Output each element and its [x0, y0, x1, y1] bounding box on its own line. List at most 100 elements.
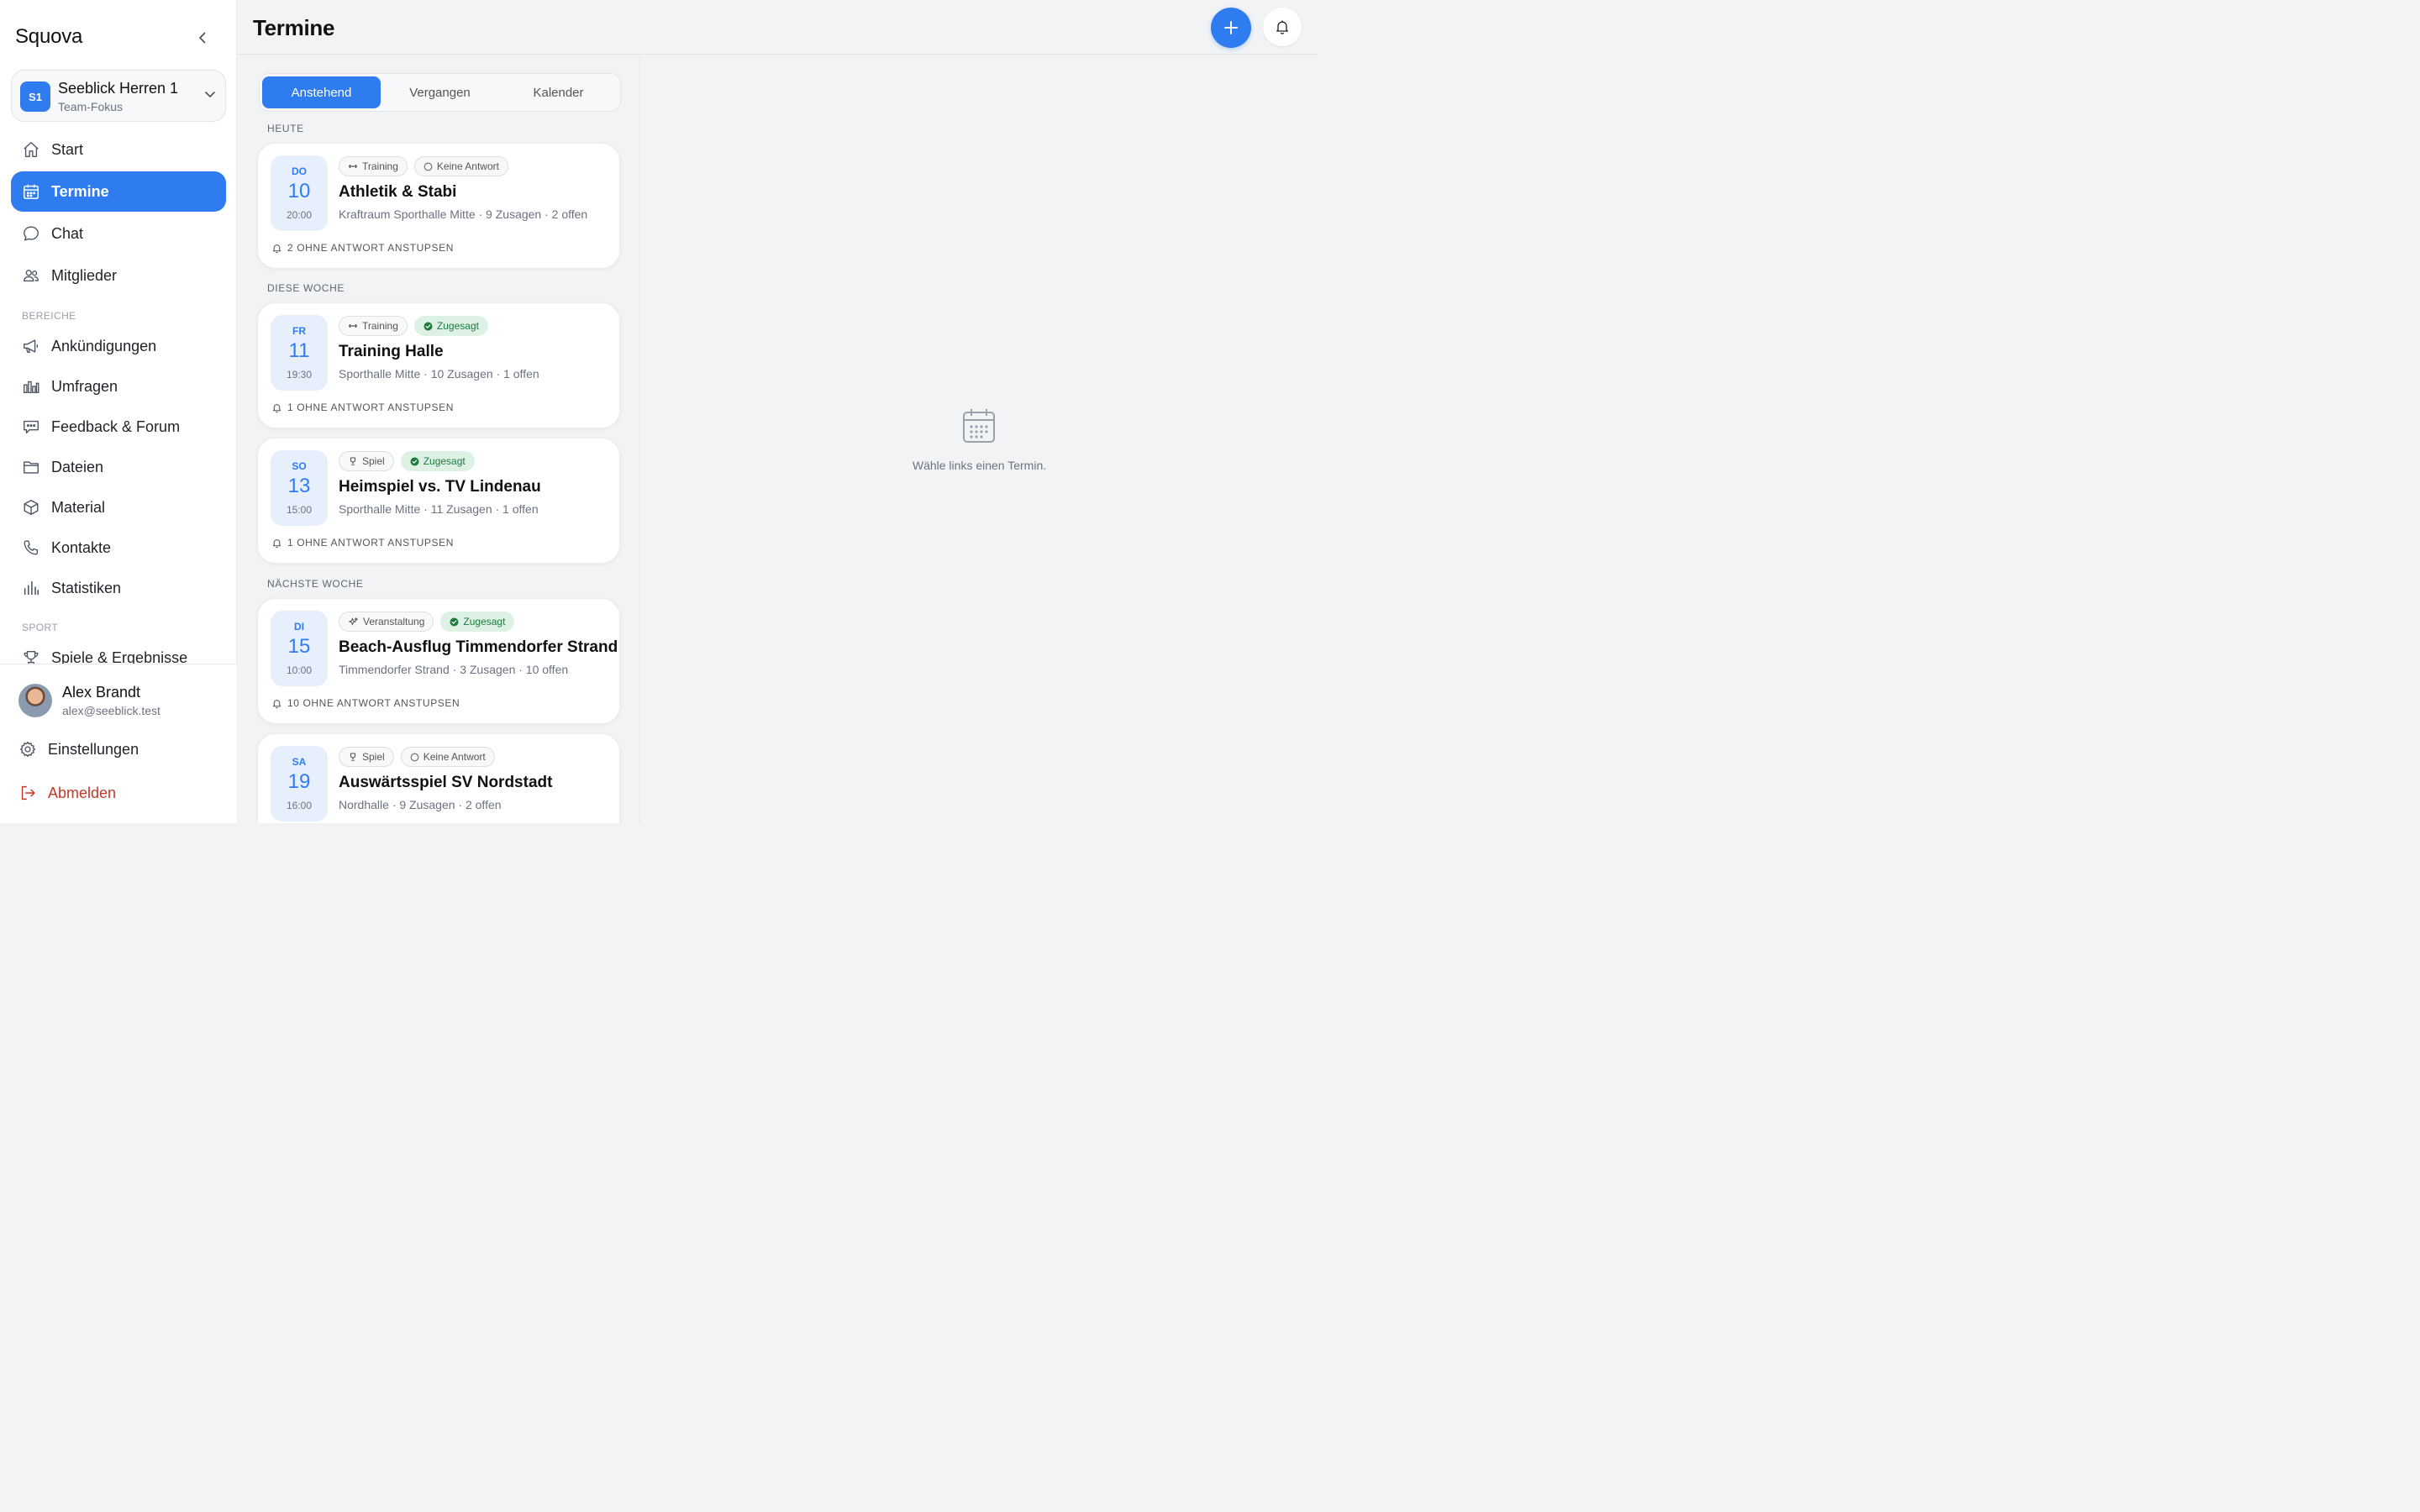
nudge-button[interactable]: 2 OHNE ANTWORT ANSTUPSEN [271, 242, 454, 254]
users-icon [21, 265, 41, 286]
calendar-icon [21, 181, 41, 202]
nav-item-label: Ankündigungen [51, 337, 157, 354]
nudge-label: 1 OHNE ANTWORT ANSTUPSEN [287, 537, 454, 549]
home-icon [21, 139, 41, 160]
sidebar: Squova S1 Seeblick Herren 1 Team-Fokus S… [0, 0, 237, 823]
gear-icon [18, 740, 37, 759]
sparkles-icon [348, 617, 359, 627]
trophy-icon [21, 648, 41, 664]
team-switcher[interactable]: S1 Seeblick Herren 1 Team-Fokus [11, 70, 226, 122]
check-circle-icon [450, 617, 459, 627]
event-title: Heimspiel vs. TV Lindenau [339, 478, 541, 496]
poll-chart-icon [21, 376, 41, 396]
bar-chart-icon [21, 578, 41, 598]
user-avatar[interactable] [18, 684, 52, 717]
rsvp-status-label: Zugesagt [436, 320, 479, 332]
bell-icon [271, 538, 282, 549]
nudge-button[interactable]: 10 OHNE ANTWORT ANSTUPSEN [271, 697, 460, 709]
dumbbell-icon [348, 161, 358, 171]
event-weekday: DO [292, 165, 307, 177]
megaphone-icon [21, 336, 41, 356]
event-date-box: FR 11 19:30 [271, 315, 328, 391]
add-event-button[interactable] [1211, 8, 1251, 48]
event-card[interactable]: DO 10 20:00 Training Keine Antwort Athle… [257, 143, 620, 269]
nav-item-kontakte[interactable]: Kontakte [11, 528, 226, 568]
tab-anstehend[interactable]: Anstehend [262, 76, 381, 108]
event-meta: Nordhalle · 9 Zusagen · 2 offen [339, 798, 502, 811]
nav-item-spiele-ergebnisse[interactable]: Spiele & Ergebnisse [11, 638, 226, 664]
event-date-box: DO 10 20:00 [271, 155, 328, 231]
event-weekday: SO [292, 460, 307, 472]
event-meta: Kraftraum Sporthalle Mitte · 9 Zusagen ·… [339, 207, 588, 221]
event-weekday: DI [294, 621, 304, 633]
bell-icon [1276, 20, 1288, 34]
calendar-empty-icon [963, 409, 995, 443]
rsvp-status-chip: Zugesagt [400, 451, 475, 471]
nudge-label: 2 OHNE ANTWORT ANSTUPSEN [287, 242, 454, 254]
nudge-button[interactable]: 1 OHNE ANTWORT ANSTUPSEN [271, 537, 454, 549]
nav-item-start[interactable]: Start [11, 129, 226, 170]
event-list-pane[interactable]: Anstehend Vergangen Kalender HEUTE DO 10… [238, 55, 640, 823]
team-avatar: S1 [20, 81, 50, 112]
event-card[interactable]: SA 19 16:00 Spiel Keine Antwort Auswärts… [257, 733, 620, 823]
rsvp-status-label: Zugesagt [463, 616, 506, 627]
rsvp-status-chip: Keine Antwort [413, 156, 508, 176]
event-type-label: Veranstaltung [363, 616, 425, 627]
event-day: 10 [287, 180, 311, 202]
event-date-box: SA 19 16:00 [271, 746, 328, 822]
notifications-button[interactable] [1263, 8, 1302, 46]
dumbbell-icon [348, 321, 358, 331]
folder-icon [21, 457, 41, 477]
chevron-left-icon [199, 32, 206, 44]
nav-item-ankuendigungen[interactable]: Ankündigungen [11, 326, 226, 366]
plus-icon [1224, 21, 1238, 34]
tab-kalender[interactable]: Kalender [499, 76, 618, 108]
logout-label: Abmelden [48, 784, 117, 801]
group-label-next-week: NÄCHSTE WOCHE [267, 578, 364, 590]
logout-link[interactable]: Abmelden [18, 780, 116, 806]
event-type-chip: Training [339, 156, 408, 176]
event-type-chip: Spiel [339, 747, 394, 767]
event-card[interactable]: DI 15 10:00 Veranstaltung Zugesagt Beach… [257, 598, 620, 724]
nav-item-mitglieder[interactable]: Mitglieder [11, 255, 226, 296]
event-chips: Spiel Keine Antwort [339, 747, 495, 767]
nudge-label: 1 OHNE ANTWORT ANSTUPSEN [287, 402, 454, 413]
trophy-icon [348, 456, 358, 466]
nav-item-statistiken[interactable]: Statistiken [11, 568, 226, 608]
check-circle-icon [424, 322, 433, 331]
event-type-chip: Veranstaltung [339, 612, 434, 632]
section-label-bereiche: BEREICHE [22, 310, 76, 322]
nav-item-dateien[interactable]: Dateien [11, 447, 226, 487]
event-type-chip: Training [339, 316, 408, 336]
nudge-label: 10 OHNE ANTWORT ANSTUPSEN [287, 697, 460, 709]
nav-item-label: Kontakte [51, 538, 112, 556]
event-detail-pane: Wähle links einen Termin. [641, 55, 1318, 823]
event-meta: Timmendorfer Strand · 3 Zusagen · 10 off… [339, 663, 569, 676]
nav-item-umfragen[interactable]: Umfragen [11, 366, 226, 407]
event-title: Auswärtsspiel SV Nordstadt [339, 774, 553, 791]
nav-item-chat[interactable]: Chat [11, 213, 226, 254]
nav-item-termine[interactable]: Termine [11, 171, 226, 212]
event-chips: Spiel Zugesagt [339, 451, 475, 471]
circle-outline-icon [424, 162, 433, 171]
sidebar-footer: Alex Brandt alex@seeblick.test Einstellu… [0, 664, 237, 823]
event-time: 16:00 [286, 800, 313, 811]
event-card[interactable]: SO 13 15:00 Spiel Zugesagt Heimspiel vs.… [257, 438, 620, 564]
nav-item-label: Umfragen [51, 377, 118, 395]
box-icon [21, 497, 41, 517]
tab-vergangen[interactable]: Vergangen [381, 76, 499, 108]
event-chips: Training Keine Antwort [339, 156, 508, 176]
event-card[interactable]: FR 11 19:30 Training Zugesagt Training H… [257, 302, 620, 428]
collapse-sidebar-button[interactable] [192, 27, 213, 49]
event-chips: Veranstaltung Zugesagt [339, 612, 515, 632]
event-type-label: Training [362, 320, 398, 332]
nudge-button[interactable]: 1 OHNE ANTWORT ANSTUPSEN [271, 402, 454, 413]
event-date-box: SO 13 15:00 [271, 450, 328, 526]
sidebar-nav-scroll[interactable]: Squova S1 Seeblick Herren 1 Team-Fokus S… [0, 0, 237, 664]
empty-state-text: Wähle links einen Termin. [912, 459, 1047, 472]
settings-link[interactable]: Einstellungen [18, 737, 139, 762]
bell-icon [271, 698, 282, 709]
nav-item-feedback-forum[interactable]: Feedback & Forum [11, 407, 226, 447]
bell-icon [271, 243, 282, 254]
nav-item-material[interactable]: Material [11, 487, 226, 528]
